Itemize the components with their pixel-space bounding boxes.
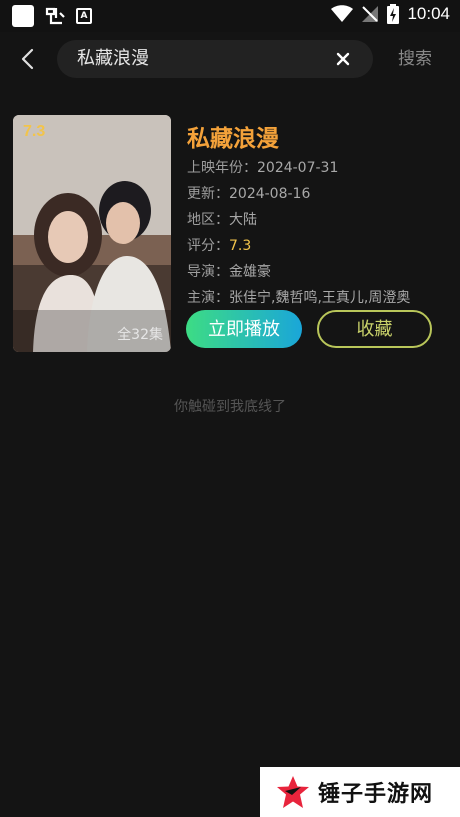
app-notification-icon bbox=[12, 5, 34, 27]
status-bar: A 10:04 bbox=[0, 0, 460, 32]
search-bar: 搜索 bbox=[0, 38, 460, 80]
search-input[interactable] bbox=[77, 40, 317, 78]
poster-image[interactable]: 7.3 全32集 bbox=[13, 115, 171, 352]
end-of-list-message: 你触碰到我底线了 bbox=[174, 399, 286, 415]
info-value: 大陆 bbox=[229, 212, 257, 228]
play-now-button[interactable]: 立即播放 bbox=[186, 310, 302, 348]
info-label: 更新： bbox=[187, 186, 229, 202]
a-app-icon: A bbox=[76, 8, 92, 24]
battery-charging-icon bbox=[387, 4, 400, 24]
no-signal-icon bbox=[362, 6, 379, 22]
app-glyph-icon bbox=[44, 5, 66, 27]
info-value: 金雄豪 bbox=[229, 264, 271, 280]
poster-artwork bbox=[13, 115, 171, 352]
info-value: 2024-08-16 bbox=[229, 186, 311, 202]
site-watermark: 锤子手游网 bbox=[260, 767, 460, 817]
info-score: 评分：7.3 bbox=[187, 235, 437, 255]
info-director: 导演：金雄豪 bbox=[187, 261, 437, 281]
info-region: 地区：大陆 bbox=[187, 209, 437, 229]
star-logo-icon bbox=[277, 776, 309, 808]
info-value: 7.3 bbox=[229, 238, 252, 254]
info-release-year: 上映年份：2024-07-31 bbox=[187, 157, 437, 177]
favorite-button[interactable]: 收藏 bbox=[317, 310, 432, 348]
result-card[interactable]: 7.3 全32集 私藏浪漫 上映年份：2024-07-31 更新：2024-08… bbox=[13, 115, 447, 355]
search-box bbox=[57, 40, 373, 78]
info-label: 上映年份： bbox=[187, 160, 257, 176]
info-value: 张佳宁,魏哲鸣,王真儿,周澄奥 bbox=[229, 290, 411, 306]
info-label: 地区： bbox=[187, 212, 229, 228]
search-button[interactable]: 搜索 bbox=[398, 38, 432, 80]
info-label: 导演： bbox=[187, 264, 229, 280]
status-icons-right: 10:04 bbox=[331, 4, 450, 24]
back-button[interactable] bbox=[14, 46, 42, 72]
watermark-text: 锤子手游网 bbox=[318, 782, 434, 807]
info-update: 更新：2024-08-16 bbox=[187, 183, 437, 203]
info-label: 主演： bbox=[187, 290, 229, 306]
close-icon bbox=[336, 52, 350, 66]
info-cast: 主演：张佳宁,魏哲鸣,王真儿,周澄奥 bbox=[187, 287, 437, 307]
info-label: 评分： bbox=[187, 238, 229, 254]
clock: 10:04 bbox=[407, 4, 450, 23]
show-title[interactable]: 私藏浪漫 bbox=[187, 119, 279, 153]
wifi-icon bbox=[331, 5, 354, 22]
info-value: 2024-07-31 bbox=[257, 160, 339, 176]
status-icons-left: A bbox=[12, 5, 92, 27]
poster-score-badge: 7.3 bbox=[23, 123, 46, 140]
chevron-left-icon bbox=[21, 48, 34, 70]
clear-button[interactable] bbox=[335, 51, 351, 67]
episode-count: 全32集 bbox=[117, 327, 163, 343]
